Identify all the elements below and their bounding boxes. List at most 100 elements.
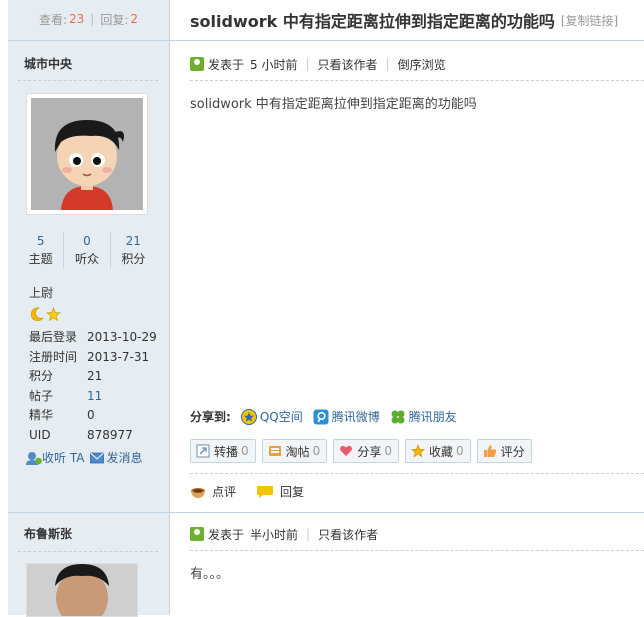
favorite-button[interactable]: 收藏 0 [404,439,471,463]
info-row-uid: UID 878977 [29,426,159,446]
clover-icon [391,410,405,423]
rate-button[interactable]: 评分 [476,439,532,463]
info-value: 2013-7-31 [87,349,150,364]
views-count: 23 [69,12,85,26]
heart-icon [340,445,353,456]
info-key: 帖子 [29,388,54,403]
star-icon [410,444,425,458]
reverse-order-link[interactable]: 倒序浏览 [398,56,446,73]
favorite-label: 收藏 [428,444,453,459]
stat-label: 听众 [74,252,99,266]
author-divider [18,80,158,81]
author-divider [18,551,158,552]
listen-icon [26,451,42,465]
repost-button[interactable]: 转播 0 [190,439,256,463]
repost-icon [196,444,210,458]
info-key: UID [29,427,51,442]
share-tencent-weibo[interactable]: 腾讯微博 [313,408,380,425]
stat-label: 主题 [28,252,53,266]
share-qzone-label: QQ空间 [259,410,303,424]
share-tencent-friends[interactable]: 腾讯朋友 [390,408,457,425]
share-count: 0 [384,444,392,458]
share-button-label: 分享 [357,444,382,459]
copy-link-button[interactable]: [复制链接] [561,12,618,29]
info-value: 0 [87,408,95,422]
comment-label: 点评 [212,485,237,499]
author-actions: 收听 TA 发消息 [26,449,142,466]
follow-label: 收听 TA [42,451,85,465]
author-stats: 5 主题 0 听众 21 积分 [18,232,156,268]
share-friends-label: 腾讯朋友 [408,410,457,424]
header-divider [8,40,644,41]
avatar[interactable] [26,563,138,617]
meta-separator: | [305,57,310,71]
posted-time: 5 小时前 [250,57,298,72]
cup-icon [191,487,205,498]
posted-prefix: 发表于 [208,527,245,542]
replies-label: 回复: [100,12,129,27]
author-name[interactable]: 城市中央 [24,55,72,72]
info-row-points: 积分 21 [29,367,159,387]
posted-time: 半小时前 [250,527,299,542]
envelope-icon [90,452,105,463]
posted-prefix: 发表于 [208,57,245,72]
info-value: 21 [87,369,103,383]
info-posts-link[interactable]: 11 [87,387,102,407]
share-label: 分享到: [190,410,231,424]
tray-icon [268,446,281,456]
collect-thread-label: 淘帖 [285,444,310,459]
reply-button[interactable]: 回复 [256,483,304,500]
stat-value: 21 [125,234,141,248]
replies-count: 2 [130,12,139,26]
meta-separator: | [385,57,390,71]
post-reply-bar: 点评 回复 [190,483,318,500]
author-name[interactable]: 布鲁斯张 [24,525,72,542]
comment-button[interactable]: 点评 [190,483,236,500]
info-row-last-login: 最后登录 2013-10-29 [29,328,159,348]
favorite-count: 0 [455,444,464,458]
info-key: 注册时间 [29,349,78,364]
stat-points[interactable]: 21 积分 [109,232,156,268]
tencent-weibo-icon [313,409,329,424]
collect-thread-button[interactable]: 淘帖 0 [261,439,328,463]
photo-avatar-icon [27,564,137,616]
rank-badges [29,307,61,322]
info-key: 积分 [29,369,54,383]
stat-value: 0 [83,234,91,248]
post-divider [8,512,644,513]
stat-topics[interactable]: 5 主题 [18,232,63,268]
author-only-link[interactable]: 只看该作者 [318,56,378,73]
author-only-link[interactable]: 只看该作者 [318,526,378,543]
post-action-buttons: 转播 0 淘帖 0 分享 0 收藏 0 评分 [190,439,532,463]
stat-value: 5 [36,234,45,248]
avatar[interactable] [26,93,148,215]
post-meta: 发表于 半小时前 | 只看该作者 [190,524,378,544]
share-bar: 分享到: QQ空间 腾讯微博 腾讯朋友 [190,408,463,425]
share-button[interactable]: 分享 0 [333,439,399,463]
post-meta-divider [190,80,644,81]
post-meta-divider [190,550,644,551]
cartoon-boy-avatar-icon [31,98,143,210]
author-online-icon [190,527,204,541]
post-actions-divider [190,473,644,474]
author-info: 最后登录 2013-10-29 注册时间 2013-7-31 积分 21 帖子 … [29,328,159,445]
thread-title-row: solidwork 中有指定距离拉伸到指定距离的功能吗 [复制链接] [190,0,644,40]
send-message-link[interactable]: 发消息 [90,449,142,466]
thread-title: solidwork 中有指定距离拉伸到指定距离的功能吗 [190,12,555,31]
share-weibo-label: 腾讯微博 [331,410,380,424]
moon-icon [30,307,44,322]
share-qzone[interactable]: QQ空间 [240,408,303,425]
stat-listeners[interactable]: 0 听众 [63,232,109,268]
post-meta: 发表于 5 小时前 | 只看该作者 | 倒序浏览 [190,54,446,74]
info-row-posts: 帖子 11 [29,387,159,407]
star-icon [46,307,61,322]
post-content: 有。。。 [190,567,230,582]
info-row-registered: 注册时间 2013-7-31 [29,348,159,368]
thumbs-up-icon [483,445,496,457]
qzone-icon [240,408,257,425]
author-online-icon [190,57,204,71]
reply-label: 回复 [280,485,305,499]
meta-separator: | [306,527,311,541]
follow-link[interactable]: 收听 TA [26,449,84,466]
author-rank: 上尉 [29,286,54,300]
